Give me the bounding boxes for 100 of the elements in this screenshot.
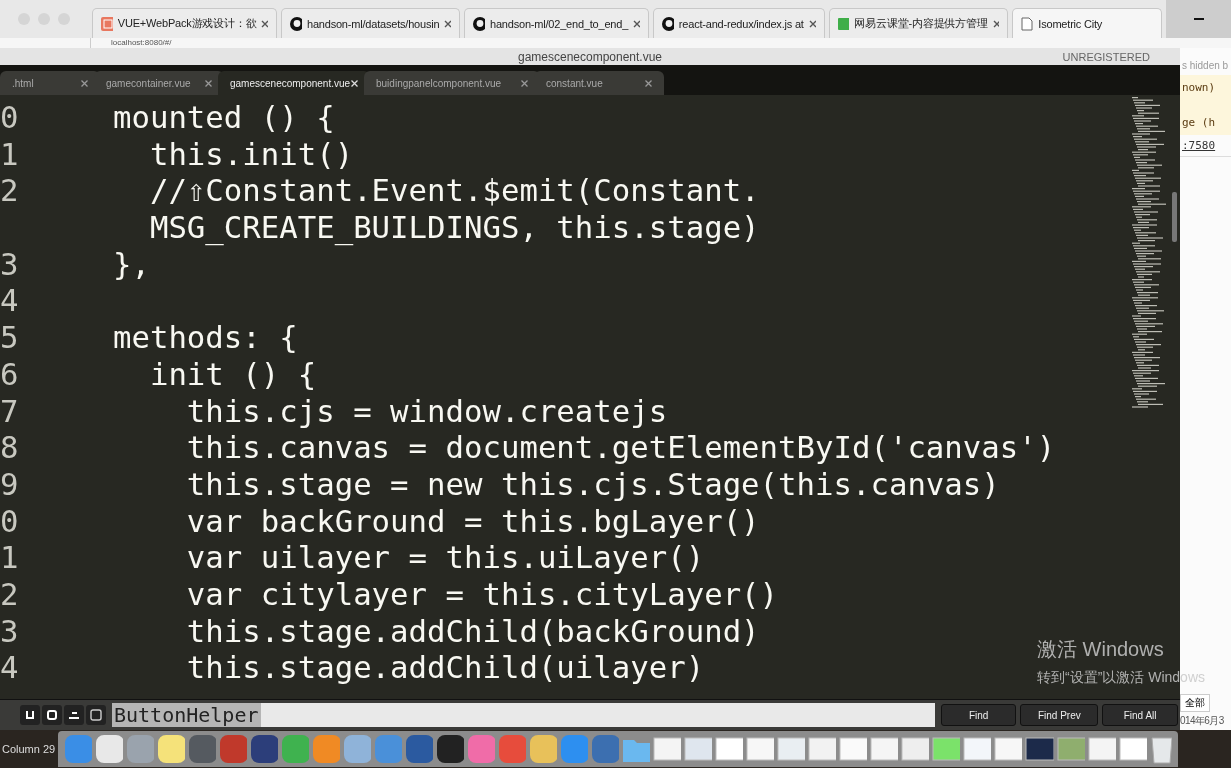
file-tab[interactable]: constant.vue xyxy=(534,71,664,95)
app-icon[interactable] xyxy=(188,734,217,764)
close-icon[interactable] xyxy=(633,19,640,28)
line-number: 7 xyxy=(0,393,20,431)
document-thumbnail[interactable] xyxy=(932,734,961,764)
document-thumbnail[interactable] xyxy=(684,734,713,764)
code-line: this.init() xyxy=(148,136,354,174)
tab-title: 网易云课堂-内容提供方管理 xyxy=(854,16,988,31)
tab-label: gamecontainer.vue xyxy=(106,77,191,89)
page-icon xyxy=(1021,16,1034,31)
line-number: 8 xyxy=(0,430,20,467)
tab-title: VUE+WebPack游戏设计：欲 xyxy=(117,16,257,31)
regex-toggle[interactable] xyxy=(20,705,40,725)
find-button[interactable]: Find Prev xyxy=(1020,704,1099,726)
document-thumbnail[interactable] xyxy=(994,734,1023,764)
document-thumbnail[interactable] xyxy=(808,734,837,764)
show-all-button[interactable]: 全部 xyxy=(1180,694,1210,712)
code-line: mounted () { xyxy=(111,100,335,137)
minimize-icon xyxy=(1193,18,1204,20)
code-line: init () { xyxy=(148,356,317,394)
tab-title: Isometric City xyxy=(1038,17,1104,30)
date-text: 014年6月3 xyxy=(1180,714,1225,728)
line-number: 0 xyxy=(0,503,20,541)
code-line: var uilayer = this.uiLayer() xyxy=(185,540,705,577)
tab-title: handson-ml/02_end_to_end_ xyxy=(490,17,629,30)
line-number: 4 xyxy=(0,650,20,687)
line-number: 1 xyxy=(0,136,20,174)
line-number: 2 xyxy=(0,576,20,614)
document-thumbnail[interactable] xyxy=(715,734,744,764)
tab-label: .html xyxy=(12,77,34,89)
favicon-icon xyxy=(101,16,113,31)
browser-tab[interactable]: 网易云课堂-内容提供方管理 xyxy=(828,8,1009,38)
close-icon[interactable] xyxy=(444,19,452,28)
document-thumbnail[interactable] xyxy=(653,734,682,764)
document-thumbnail[interactable] xyxy=(963,734,992,764)
highlight-toggle[interactable] xyxy=(86,705,106,725)
console-text: ge (h xyxy=(1181,116,1217,129)
document-thumbnail[interactable] xyxy=(746,734,775,764)
browser-tab[interactable]: react-and-redux/index.js at xyxy=(652,8,825,38)
status-text: Column 29 xyxy=(1,743,57,755)
line-number: 9 xyxy=(0,466,20,504)
document-thumbnail[interactable] xyxy=(870,734,899,764)
option-icon xyxy=(24,709,36,721)
find-button[interactable]: Find xyxy=(940,704,1017,726)
line-number: 6 xyxy=(0,356,20,394)
tab-title: react-and-redux/index.js at xyxy=(678,17,804,30)
document-thumbnail[interactable] xyxy=(901,734,930,764)
console-text: nown) xyxy=(1181,81,1217,94)
find-button[interactable]: Find All xyxy=(1102,704,1178,726)
code-line: this.stage = new this.cjs.Stage(this.canvas) xyxy=(185,466,1000,504)
square-icon xyxy=(90,709,102,721)
window-title: gamescenecomponent.vue xyxy=(517,49,663,64)
tab-label: buidingpanelcomponent.vue xyxy=(376,77,502,89)
code-line: var citylayer = this.cityLayer() xyxy=(185,576,779,614)
line-number: 4 xyxy=(0,283,20,321)
line-number: 3 xyxy=(0,246,20,284)
code-line: this.canvas = document.getElementById('canvas') xyxy=(185,430,1056,467)
code-line: var backGround = this.bgLayer() xyxy=(185,503,760,541)
wrap-icon xyxy=(46,709,58,721)
line-number: 0 xyxy=(0,100,20,137)
code-line: MSG_CREATE_BUILDINGS, this.stage) xyxy=(148,210,760,247)
browser-tab[interactable]: handson-ml/datasets/housin xyxy=(281,8,461,38)
find-field[interactable]: ButtonHelper xyxy=(112,703,935,727)
tab-title: handson-ml/datasets/housin xyxy=(307,17,440,30)
source-link[interactable]: :7580 xyxy=(1180,135,1231,157)
option-icon xyxy=(68,709,80,721)
selection-toggle[interactable] xyxy=(64,705,84,725)
code-line: this.cjs = window.createjs xyxy=(185,393,668,431)
document-thumbnail[interactable] xyxy=(839,734,868,764)
close-icon[interactable] xyxy=(992,19,1000,28)
code-line: this.stage.addChild(backGround) xyxy=(185,613,760,651)
tab-label: constant.vue xyxy=(546,77,603,89)
notice-text: s hidden b xyxy=(1181,59,1230,73)
line-number: 3 xyxy=(0,613,20,651)
license-label: UNREGISTERED xyxy=(1062,50,1150,63)
wrap-toggle[interactable] xyxy=(42,705,62,725)
line-number: 5 xyxy=(0,320,20,357)
activation-title: 激活 Windows xyxy=(1037,637,1165,662)
app-icon[interactable] xyxy=(157,734,186,764)
code-line: //⇧Constant.Event.$emit(Constant. xyxy=(148,173,760,211)
browser-tab[interactable]: VUE+WebPack游戏设计：欲 xyxy=(92,8,278,38)
app-icon[interactable] xyxy=(250,734,279,764)
app-icon[interactable] xyxy=(405,734,434,764)
document-thumbnail[interactable] xyxy=(1087,734,1116,764)
code-line: methods: { xyxy=(111,320,298,357)
code-line: this.stage.addChild(uilayer) xyxy=(185,650,705,687)
code-line: }, xyxy=(111,246,150,284)
trash-icon[interactable] xyxy=(1149,734,1172,764)
line-number: 1 xyxy=(0,540,20,577)
browser-tab[interactable]: handson-ml/02_end_to_end_ xyxy=(464,8,649,38)
document-thumbnail[interactable] xyxy=(1056,734,1085,764)
app-icon[interactable] xyxy=(436,734,465,764)
document-thumbnail[interactable] xyxy=(777,734,806,764)
document-thumbnail[interactable] xyxy=(1025,734,1054,764)
close-icon[interactable] xyxy=(261,19,269,28)
document-thumbnail[interactable] xyxy=(1118,734,1147,764)
app-icon[interactable] xyxy=(95,734,124,764)
close-icon[interactable] xyxy=(808,19,816,28)
browser-tab[interactable]: Isometric City xyxy=(1012,8,1163,38)
line-number: 2 xyxy=(0,173,20,211)
